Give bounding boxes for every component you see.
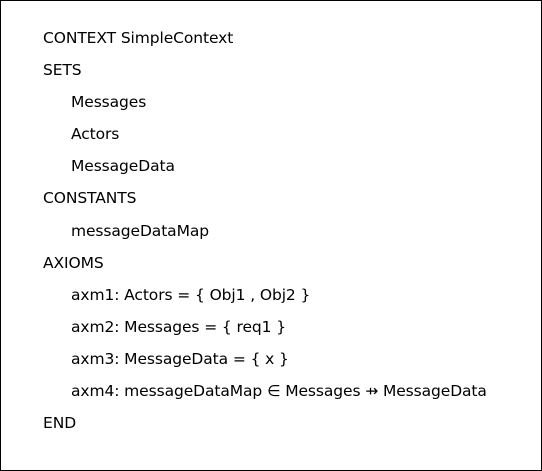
context-document: CONTEXT SimpleContext SETS Messages Acto… (0, 0, 542, 471)
constant-item: messageDataMap (71, 222, 209, 240)
axioms-keyword: AXIOMS (43, 254, 104, 272)
axiom-item: axm3: MessageData = { x } (71, 350, 289, 368)
end-keyword: END (43, 414, 77, 432)
axiom-item: axm2: Messages = { req1 } (71, 318, 286, 336)
axiom-item: axm4: messageDataMap ∈ Messages ⇸ Messag… (71, 382, 487, 400)
context-header: CONTEXT SimpleContext (43, 29, 234, 47)
set-item: Actors (71, 125, 120, 143)
set-item: MessageData (71, 157, 175, 175)
set-item: Messages (71, 93, 147, 111)
constants-keyword: CONSTANTS (43, 189, 137, 207)
sets-keyword: SETS (43, 61, 82, 79)
axiom-item: axm1: Actors = { Obj1 , Obj2 } (71, 286, 311, 304)
